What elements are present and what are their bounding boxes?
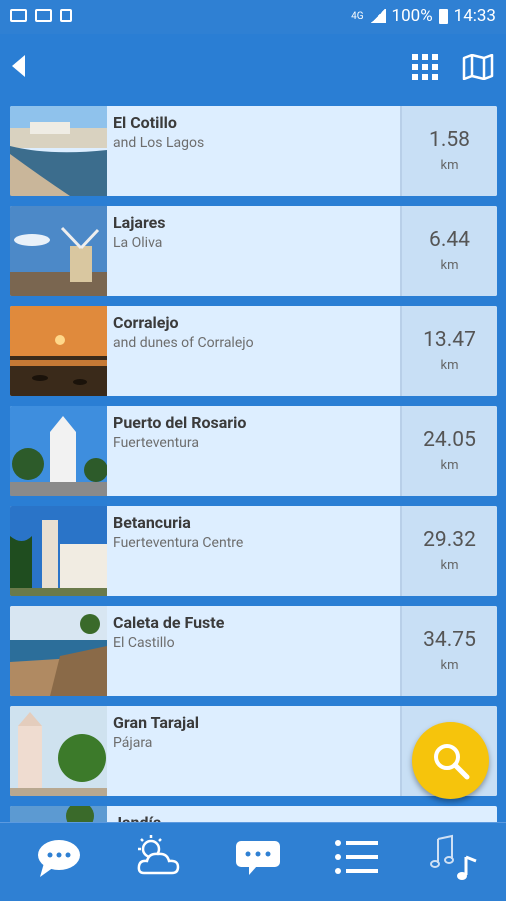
music-icon[interactable]: [430, 833, 480, 883]
search-button[interactable]: [412, 722, 489, 799]
distance-panel: 13.47 km: [400, 306, 497, 396]
clock: 14:33: [453, 6, 496, 26]
list-icon[interactable]: [332, 833, 382, 883]
place-title: Corralejo: [113, 313, 179, 332]
place-subtitle: and dunes of Corralejo: [113, 335, 254, 351]
place-photo: [10, 306, 107, 396]
place-title: Puerto del Rosario: [113, 413, 247, 432]
place-subtitle: Fuerteventura: [113, 435, 199, 451]
place-subtitle: El Castillo: [113, 635, 175, 651]
place-title: Betancuria: [113, 513, 191, 532]
distance-value: 13.47: [423, 328, 476, 352]
place-card-puerto-del-rosario[interactable]: Puerto del Rosario Fuerteventura 24.05 k…: [10, 406, 497, 496]
network-label: 4G: [351, 10, 364, 22]
place-subtitle: and Los Lagos: [113, 135, 205, 151]
place-subtitle: Fuerteventura Centre: [113, 535, 244, 551]
place-card-betancuria[interactable]: Betancuria Fuerteventura Centre 29.32 km: [10, 506, 497, 596]
back-arrow-icon[interactable]: [12, 55, 25, 77]
distance-value: 6.44: [429, 228, 470, 252]
distance-value: 24.05: [423, 428, 476, 452]
place-subtitle: Pájara: [113, 735, 153, 751]
image-icon: [35, 9, 52, 22]
battery-icon: [438, 8, 448, 24]
place-title: Caleta de Fuste: [113, 613, 225, 632]
chat-bubble-icon[interactable]: [34, 833, 84, 883]
map-icon[interactable]: [462, 54, 494, 80]
distance-value: 1.58: [429, 128, 470, 152]
toolbar: [0, 34, 506, 98]
search-icon: [434, 744, 470, 780]
distance-unit: km: [440, 458, 459, 473]
status-bar: 4G 100% 14:33: [0, 0, 506, 34]
place-card-el-cotillo[interactable]: El Cotillo and Los Lagos 1.58 km: [10, 106, 497, 196]
notification-icons: [10, 9, 72, 22]
sim-icon: [60, 9, 72, 22]
message-icon[interactable]: [233, 833, 283, 883]
place-title: Jandía: [113, 813, 161, 822]
distance-panel: 6.44 km: [400, 206, 497, 296]
distance-unit: km: [440, 558, 459, 573]
place-photo: [10, 806, 107, 822]
bottom-navigation: [0, 822, 506, 901]
distance-unit: km: [440, 658, 459, 673]
place-card-lajares[interactable]: Lajares La Oliva 6.44 km: [10, 206, 497, 296]
grid-view-icon[interactable]: [412, 54, 438, 80]
place-photo: [10, 206, 107, 296]
place-title: Gran Tarajal: [113, 713, 200, 732]
distance-panel: 34.75 km: [400, 606, 497, 696]
distance-unit: km: [440, 258, 459, 273]
distance-panel: 29.32 km: [400, 506, 497, 596]
status-right: 4G 100% 14:33: [351, 6, 496, 26]
place-title: Lajares: [113, 213, 166, 232]
place-card-corralejo[interactable]: Corralejo and dunes of Corralejo 13.47 k…: [10, 306, 497, 396]
place-photo: [10, 506, 107, 596]
distance-value: 34.75: [423, 628, 476, 652]
place-photo: [10, 406, 107, 496]
place-card-jandia[interactable]: Jandía: [10, 806, 497, 822]
distance-panel: 24.05 km: [400, 406, 497, 496]
battery-percent: 100%: [391, 6, 433, 26]
distance-value: 29.32: [423, 528, 476, 552]
distance-panel: 1.58 km: [400, 106, 497, 196]
place-subtitle: La Oliva: [113, 235, 163, 251]
places-list: El Cotillo and Los Lagos 1.58 km Lajares…: [10, 106, 497, 822]
place-title: El Cotillo: [113, 113, 177, 132]
weather-icon[interactable]: [134, 833, 184, 883]
signal-icon: [369, 9, 386, 23]
place-photo: [10, 106, 107, 196]
place-card-caleta-de-fuste[interactable]: Caleta de Fuste El Castillo 34.75 km: [10, 606, 497, 696]
distance-unit: km: [440, 158, 459, 173]
place-photo: [10, 606, 107, 696]
place-photo: [10, 706, 107, 796]
distance-unit: km: [440, 358, 459, 373]
mail-icon: [10, 9, 27, 22]
